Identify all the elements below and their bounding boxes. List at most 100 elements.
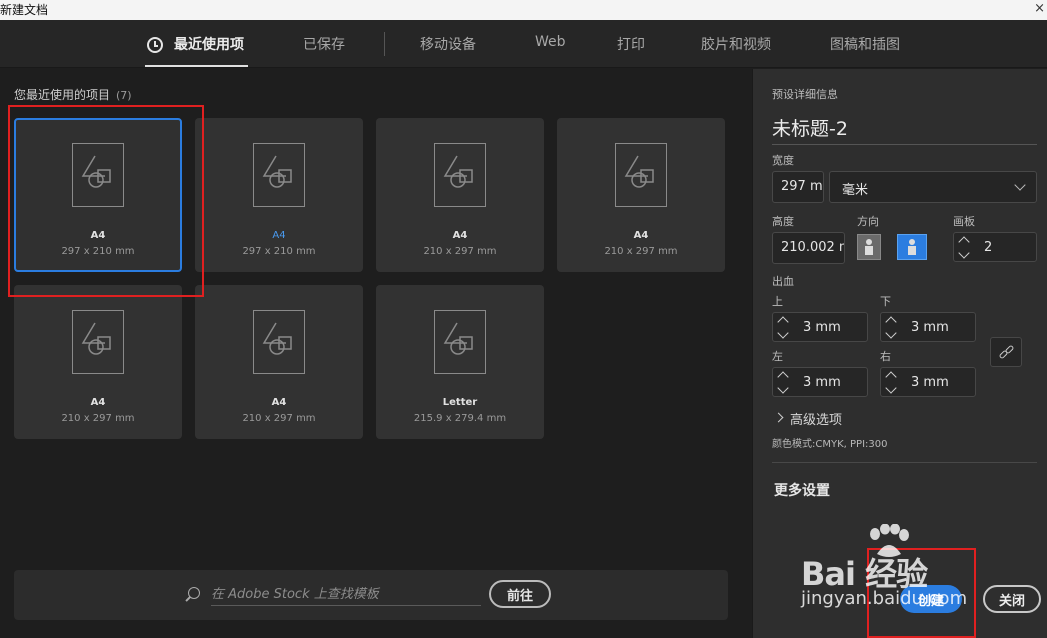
stepper-up-icon[interactable] [958,236,970,248]
bleed-left-label: 左 [772,350,783,363]
stepper-down-icon[interactable] [885,382,897,394]
preset-size: 210 x 297 mm [423,246,497,257]
recent-items-panel: 您最近使用的项目 (7) A4 297 x 210 mm A4 297 x 210… [0,69,752,638]
window-title: 新建文档 [0,3,49,17]
stepper-down-icon[interactable] [777,382,789,394]
preset-name: A4 [90,397,106,408]
width-label: 宽度 [772,154,794,167]
preset-name: A4 [272,230,286,241]
unit-dropdown[interactable]: 毫米 [829,171,1037,203]
bleed-left-stepper[interactable] [775,368,793,398]
person-body [865,246,873,255]
width-field[interactable]: 297 mm [772,171,824,203]
landscape-orientation-icon[interactable] [897,234,927,260]
document-preset-icon [72,310,124,374]
stepper-up-icon[interactable] [885,316,897,328]
color-mode-info: 颜色模式:CMYK, PPI:300 [772,439,888,450]
go-button[interactable]: 前往 [489,580,551,608]
preset-card[interactable]: A4 210 x 297 mm [195,285,363,439]
stepper-down-icon[interactable] [777,327,789,339]
stepper-down-icon[interactable] [885,327,897,339]
height-label: 高度 [772,215,794,228]
preset-card[interactable]: Letter 215.9 x 279.4 mm [376,285,544,439]
create-button[interactable]: 创建 [900,585,962,613]
tab-recent[interactable]: 最近使用项 [174,34,244,54]
preset-details-panel: 预设详细信息 未标题-2 宽度 297 mm 毫米 高度 210.002 mm … [752,69,1047,638]
advanced-options-toggle[interactable]: 高级选项 [790,409,842,428]
panel-divider [772,462,1037,463]
window-titlebar: 新建文档 × [0,0,1047,20]
tab-divider [384,32,385,56]
document-preset-icon [615,143,667,207]
stepper-up-icon[interactable] [777,316,789,328]
tab-saved[interactable]: 已保存 [303,34,345,54]
preset-card[interactable]: A4 210 x 297 mm [557,118,725,272]
stepper-up-icon[interactable] [777,371,789,383]
tab-print[interactable]: 打印 [617,34,645,54]
artboards-stepper[interactable] [956,233,974,263]
document-preset-icon [434,143,486,207]
bleed-top-value: 3 mm [803,320,841,335]
tab-mobile[interactable]: 移动设备 [420,34,476,54]
bleed-bottom-stepper[interactable] [883,313,901,343]
preset-size: 210 x 297 mm [604,246,678,257]
stock-search-bar: 前往 [14,570,728,620]
bleed-right-value: 3 mm [911,375,949,390]
bleed-bottom-field[interactable]: 3 mm [880,312,976,342]
portrait-orientation-icon[interactable] [857,234,881,260]
person-head [909,239,915,245]
link-bleed-button[interactable] [990,337,1022,367]
title-underline [772,144,1037,145]
more-settings-link[interactable]: 更多设置 [774,480,830,500]
recent-count: (7) [116,89,132,102]
artboards-value: 2 [984,240,993,255]
tab-film-video[interactable]: 胶片和视频 [701,34,771,54]
stepper-up-icon[interactable] [885,371,897,383]
tab-web[interactable]: Web [535,34,566,50]
category-tabbar: 最近使用项 已保存 移动设备 Web 打印 胶片和视频 图稿和插图 [0,20,1047,68]
unit-value: 毫米 [842,183,869,198]
preset-name: A4 [90,230,106,241]
preset-size: 210 x 297 mm [61,413,135,424]
preset-size: 215.9 x 279.4 mm [413,413,507,424]
recent-heading: 您最近使用的项目 (7) [14,86,132,103]
bleed-top-stepper[interactable] [775,313,793,343]
preset-card[interactable]: A4 297 x 210 mm [14,118,182,272]
search-icon [188,587,200,599]
document-preset-icon [434,310,486,374]
chevron-down-icon [1014,179,1026,191]
bleed-left-field[interactable]: 3 mm [772,367,868,397]
bleed-top-label: 上 [772,295,783,308]
tab-art-illustration[interactable]: 图稿和插图 [830,34,900,54]
bleed-right-label: 右 [880,350,891,363]
preset-card[interactable]: A4 210 x 297 mm [14,285,182,439]
bleed-top-field[interactable]: 3 mm [772,312,868,342]
document-title[interactable]: 未标题-2 [772,114,848,141]
active-tab-indicator [145,65,248,67]
link-icon-part [1004,344,1015,355]
preset-card[interactable]: A4 297 x 210 mm [195,118,363,272]
chevron-right-icon[interactable] [773,412,784,423]
bleed-bottom-value: 3 mm [911,320,949,335]
close-button[interactable]: 关闭 [983,585,1041,613]
height-field[interactable]: 210.002 mm [772,232,845,264]
bleed-right-stepper[interactable] [883,368,901,398]
preset-card[interactable]: A4 210 x 297 mm [376,118,544,272]
bleed-right-field[interactable]: 3 mm [880,367,976,397]
recent-heading-label: 您最近使用的项目 [14,88,111,102]
document-preset-icon [253,310,305,374]
window-close-icon[interactable]: × [1034,1,1045,16]
artboards-label: 画板 [953,215,975,228]
artboards-field[interactable]: 2 [953,232,1037,262]
stepper-down-icon[interactable] [958,247,970,259]
preset-size: 210 x 297 mm [242,413,316,424]
stock-search-input[interactable] [211,584,481,606]
person-body [908,246,916,255]
preset-name: A4 [452,230,468,241]
preset-name: A4 [271,397,287,408]
person-head [866,239,872,245]
preset-name: Letter [442,397,478,408]
document-preset-icon [253,143,305,207]
bleed-label: 出血 [772,275,794,288]
preset-size: 297 x 210 mm [61,246,135,257]
